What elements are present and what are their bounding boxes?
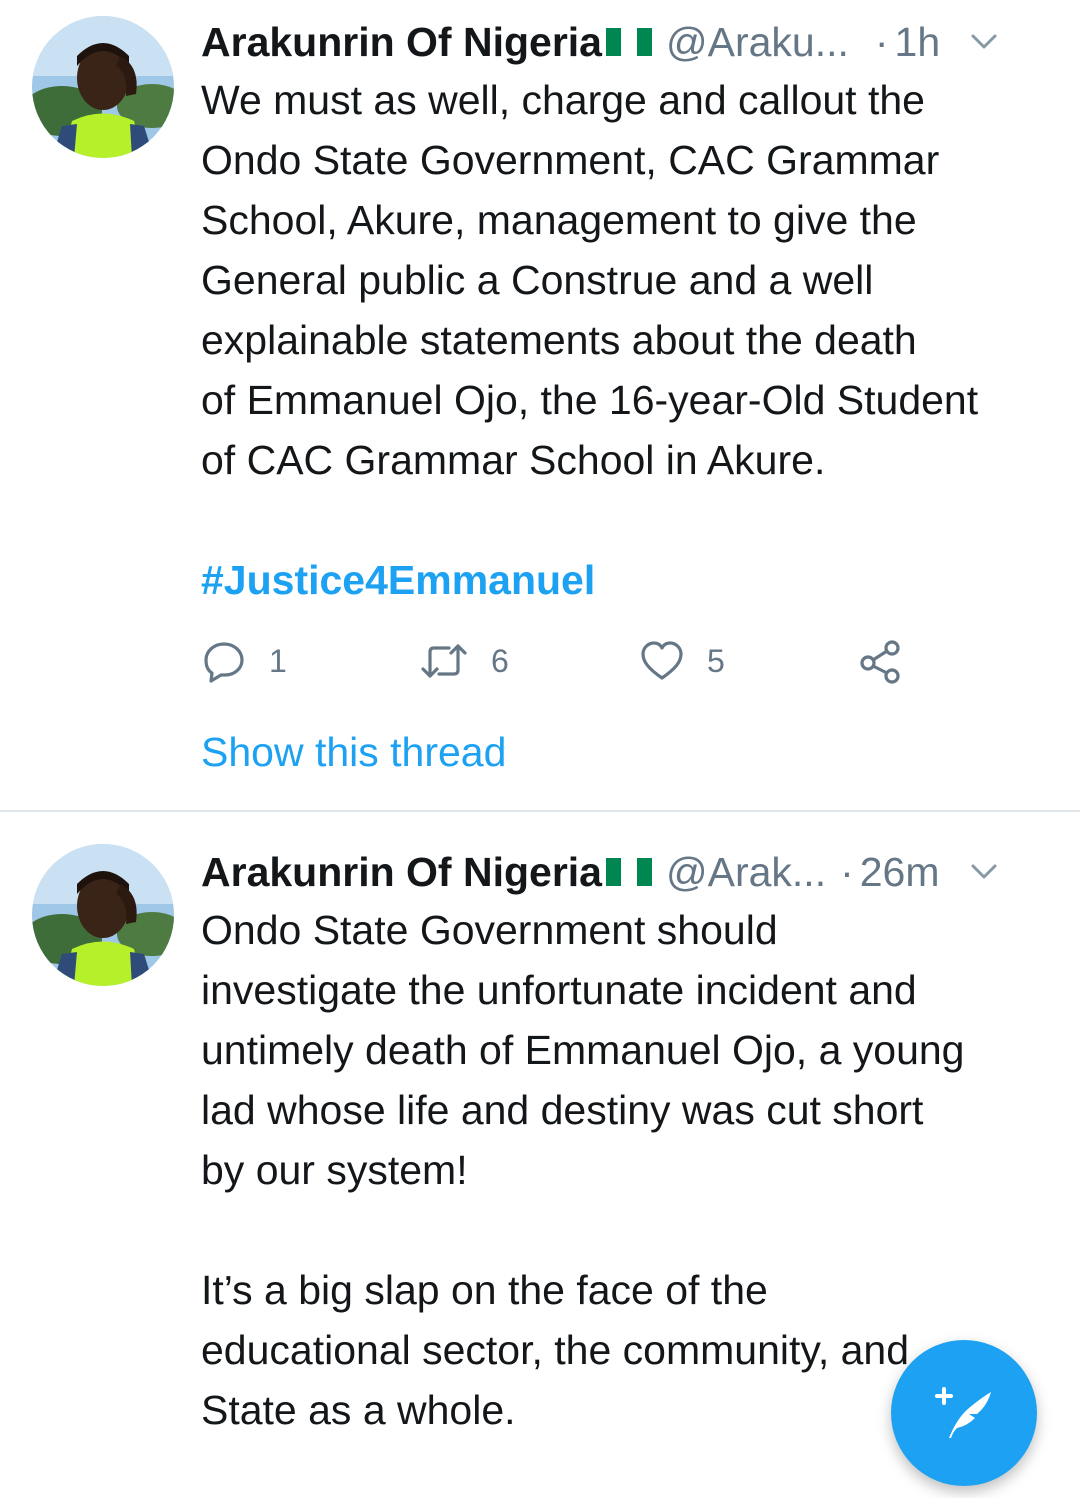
chevron-down-icon[interactable] [970,27,1000,57]
retweet-button[interactable]: 6 [419,636,509,686]
like-count: 5 [707,642,725,679]
reply-button[interactable]: 1 [201,636,287,686]
chevron-down-icon[interactable] [970,857,1000,887]
tweet-actions: 1 6 5 [201,636,921,686]
tweet-header: Arakunrin Of Nigeria @Arak... · 26m [201,844,1050,900]
retweet-icon [421,644,467,678]
heart-icon [641,641,683,680]
retweet-count: 6 [491,642,509,679]
author-handle[interactable]: @Arak... [666,849,826,896]
author-name[interactable]: Arakunrin Of Nigeria [201,849,602,896]
reply-count: 1 [269,642,287,679]
tweet-timestamp[interactable]: 26m [860,849,940,896]
nigeria-flag-icon [605,858,652,886]
like-button[interactable]: 5 [639,636,725,686]
tweet-1[interactable]: Arakunrin Of Nigeria @Araku... · 1h We m… [0,0,1080,810]
share-icon [860,640,900,684]
author-name[interactable]: Arakunrin Of Nigeria [201,19,602,66]
nigeria-flag-icon [605,28,652,56]
reply-icon [204,642,244,683]
tweet-header: Arakunrin Of Nigeria @Araku... · 1h [201,14,1050,70]
avatar-image [32,844,174,986]
avatar[interactable] [32,844,174,986]
avatar[interactable] [32,16,174,158]
share-button[interactable] [857,636,903,686]
author-handle[interactable]: @Araku... [666,19,849,66]
tweet-text: We must as well, charge and callout the … [201,77,979,483]
compose-tweet-icon [935,1387,991,1438]
avatar-image [32,16,174,158]
show-thread-link[interactable]: Show this thread [201,722,506,782]
hashtag-link[interactable]: #Justice4Emmanuel [201,550,595,610]
compose-tweet-button[interactable] [891,1340,1037,1486]
tweet-timestamp[interactable]: 1h [895,19,941,66]
separator-dot: · [874,18,889,65]
separator-dot: · [840,848,854,895]
